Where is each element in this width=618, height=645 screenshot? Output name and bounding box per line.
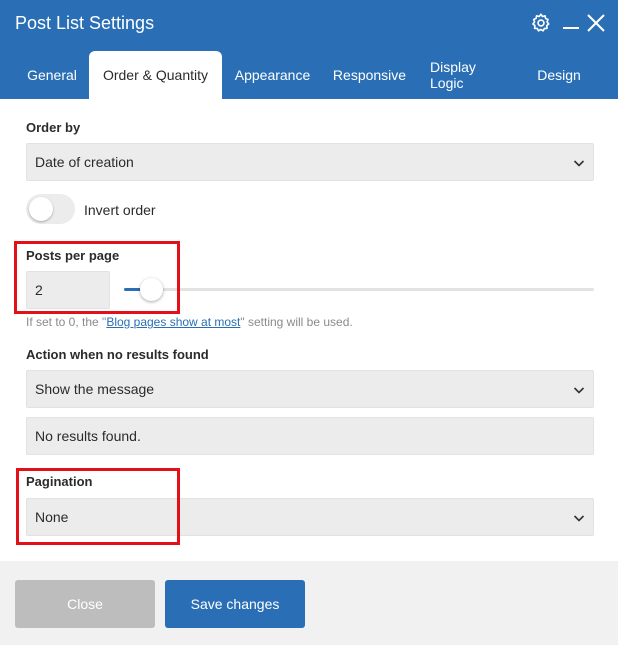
pagination-select[interactable]: None [26, 498, 594, 536]
chevron-down-icon [573, 511, 585, 527]
hint-suffix: " setting will be used. [240, 315, 353, 329]
no-results-action-label: Action when no results found [26, 347, 209, 362]
order-by-select[interactable]: Date of creation [26, 143, 594, 181]
posts-per-page-input[interactable] [26, 271, 110, 309]
save-changes-button[interactable]: Save changes [165, 580, 305, 628]
dialog-header: Post List Settings General Order & Quant… [0, 0, 618, 99]
no-results-message-input[interactable] [26, 417, 594, 455]
minimize-icon[interactable] [560, 12, 582, 34]
pagination-value: None [35, 509, 69, 525]
posts-per-page-label: Posts per page [26, 248, 120, 263]
chevron-down-icon [573, 156, 585, 172]
blog-pages-link[interactable]: Blog pages show at most [106, 315, 240, 329]
chevron-down-icon [573, 383, 585, 399]
pagination-label: Pagination [26, 474, 93, 489]
tab-display-logic[interactable]: Display Logic [417, 51, 524, 99]
posts-per-page-hint: If set to 0, the "Blog pages show at mos… [26, 315, 353, 329]
posts-per-page-slider[interactable] [124, 288, 594, 291]
no-results-action-select[interactable]: Show the message [26, 370, 594, 408]
no-results-action-value: Show the message [35, 381, 155, 397]
slider-thumb[interactable] [140, 278, 164, 301]
close-button[interactable]: Close [15, 580, 155, 628]
tab-order-quantity[interactable]: Order & Quantity [89, 51, 222, 99]
close-icon[interactable] [585, 12, 607, 34]
invert-order-label: Invert order [84, 202, 156, 218]
order-by-label: Order by [26, 120, 81, 135]
toggle-knob [29, 197, 53, 221]
hint-prefix: If set to 0, the " [26, 315, 107, 329]
tab-appearance[interactable]: Appearance [223, 51, 322, 99]
tab-responsive[interactable]: Responsive [322, 51, 417, 99]
invert-order-toggle[interactable] [26, 194, 75, 224]
tab-general[interactable]: General [15, 51, 89, 99]
gear-icon[interactable] [530, 12, 552, 34]
dialog-title: Post List Settings [15, 13, 155, 33]
tab-design[interactable]: Design [524, 51, 594, 99]
order-by-value: Date of creation [35, 154, 134, 170]
